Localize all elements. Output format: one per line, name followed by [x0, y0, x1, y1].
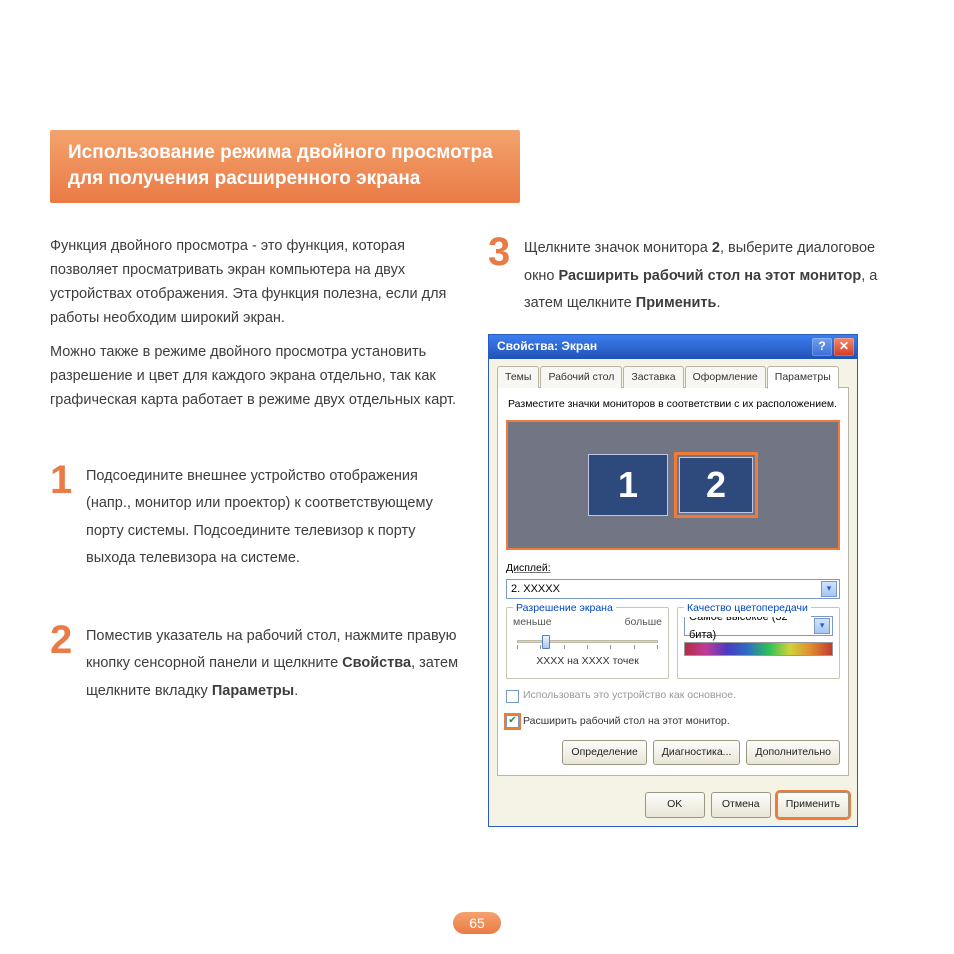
title-line-1: Использование режима двойного просмотра — [68, 140, 502, 166]
resolution-group: Разрешение экрана меньше больше — [506, 607, 669, 680]
tab-appearance[interactable]: Оформление — [685, 366, 766, 388]
help-button[interactable]: ? — [812, 338, 832, 356]
right-column: 3 Щелкните значок монитора 2, выберите д… — [488, 235, 904, 826]
step-1-body: Подсоедините внешнее устройство отображе… — [86, 463, 466, 573]
section-title: Использование режима двойного просмотра … — [50, 130, 520, 203]
tab-screensaver[interactable]: Заставка — [623, 366, 683, 388]
intro-para-1: Функция двойного просмотра - это функция… — [50, 235, 466, 331]
primary-device-checkbox — [506, 690, 519, 703]
monitor-1[interactable]: 1 — [588, 454, 668, 516]
apply-button[interactable]: Применить — [777, 792, 849, 817]
chevron-down-icon: ▾ — [821, 581, 837, 597]
step-1-number: 1 — [50, 463, 76, 497]
advanced-button[interactable]: Дополнительно — [746, 740, 840, 765]
tab-settings[interactable]: Параметры — [767, 366, 839, 389]
dialog-title: Свойства: Экран — [497, 337, 597, 357]
step-2-number: 2 — [50, 623, 76, 657]
title-line-2: для получения расширенного экрана — [68, 166, 502, 192]
page-number: 65 — [453, 912, 501, 934]
resolution-slider[interactable] — [517, 633, 658, 651]
dialog-footer: OK Отмена Применить — [489, 784, 857, 825]
identify-button[interactable]: Определение — [562, 740, 646, 765]
dialog-titlebar[interactable]: Свойства: Экран ? ✕ — [489, 335, 857, 359]
resolution-value: XXXX на XXXX точек — [513, 653, 662, 670]
tab-row: Темы Рабочий стол Заставка Оформление Па… — [497, 366, 849, 388]
display-properties-dialog: Свойства: Экран ? ✕ Темы Рабочий стол За… — [488, 334, 858, 827]
primary-device-label: Использовать это устройство как основное… — [523, 687, 736, 704]
monitor-arrangement-area[interactable]: 1 2 — [506, 420, 840, 550]
troubleshoot-button[interactable]: Диагностика... — [653, 740, 741, 765]
extend-desktop-label: Расширить рабочий стол на этот монитор. — [523, 713, 730, 730]
cancel-button[interactable]: Отмена — [711, 792, 771, 817]
placement-instruction: Разместите значки мониторов в соответств… — [506, 396, 840, 413]
step-3-number: 3 — [488, 235, 514, 269]
color-quality-group: Качество цветопередачи Самое высокое (32… — [677, 607, 840, 680]
step-1: 1 Подсоедините внешнее устройство отобра… — [50, 463, 466, 573]
help-icon: ? — [818, 337, 825, 357]
tab-themes[interactable]: Темы — [497, 366, 539, 388]
monitor-2[interactable]: 2 — [679, 457, 753, 513]
extend-desktop-checkbox[interactable]: ✔ — [506, 715, 519, 728]
close-icon: ✕ — [839, 337, 849, 357]
step-3: 3 Щелкните значок монитора 2, выберите д… — [488, 235, 904, 318]
display-label: Дисплей: — [506, 560, 840, 577]
close-button[interactable]: ✕ — [834, 338, 854, 356]
step-3-body: Щелкните значок монитора 2, выберите диа… — [524, 235, 904, 318]
intro-para-2: Можно также в режиме двойного просмотра … — [50, 341, 466, 413]
display-select-value: 2. XXXXX — [511, 580, 560, 598]
left-column: Функция двойного просмотра - это функция… — [50, 235, 466, 826]
step-2: 2 Поместив указатель на рабочий стол, на… — [50, 623, 466, 706]
ok-button[interactable]: OK — [645, 792, 705, 817]
step-2-body: Поместив указатель на рабочий стол, нажм… — [86, 623, 466, 706]
slider-thumb[interactable] — [542, 635, 550, 649]
display-select[interactable]: 2. XXXXX ▾ — [506, 579, 840, 599]
extend-desktop-checkbox-row[interactable]: ✔ Расширить рабочий стол на этот монитор… — [506, 713, 840, 730]
chevron-down-icon: ▾ — [814, 618, 830, 634]
color-quality-title: Качество цветопередачи — [684, 600, 811, 617]
tab-content: Разместите значки мониторов в соответств… — [497, 387, 849, 776]
tab-desktop[interactable]: Рабочий стол — [540, 366, 622, 388]
primary-device-checkbox-row: Использовать это устройство как основное… — [506, 687, 840, 704]
color-quality-select[interactable]: Самое высокое (32 бита) ▾ — [684, 616, 833, 636]
resolution-more: больше — [625, 614, 662, 631]
resolution-title: Разрешение экрана — [513, 600, 616, 617]
monitor-2-highlight: 2 — [674, 452, 758, 518]
